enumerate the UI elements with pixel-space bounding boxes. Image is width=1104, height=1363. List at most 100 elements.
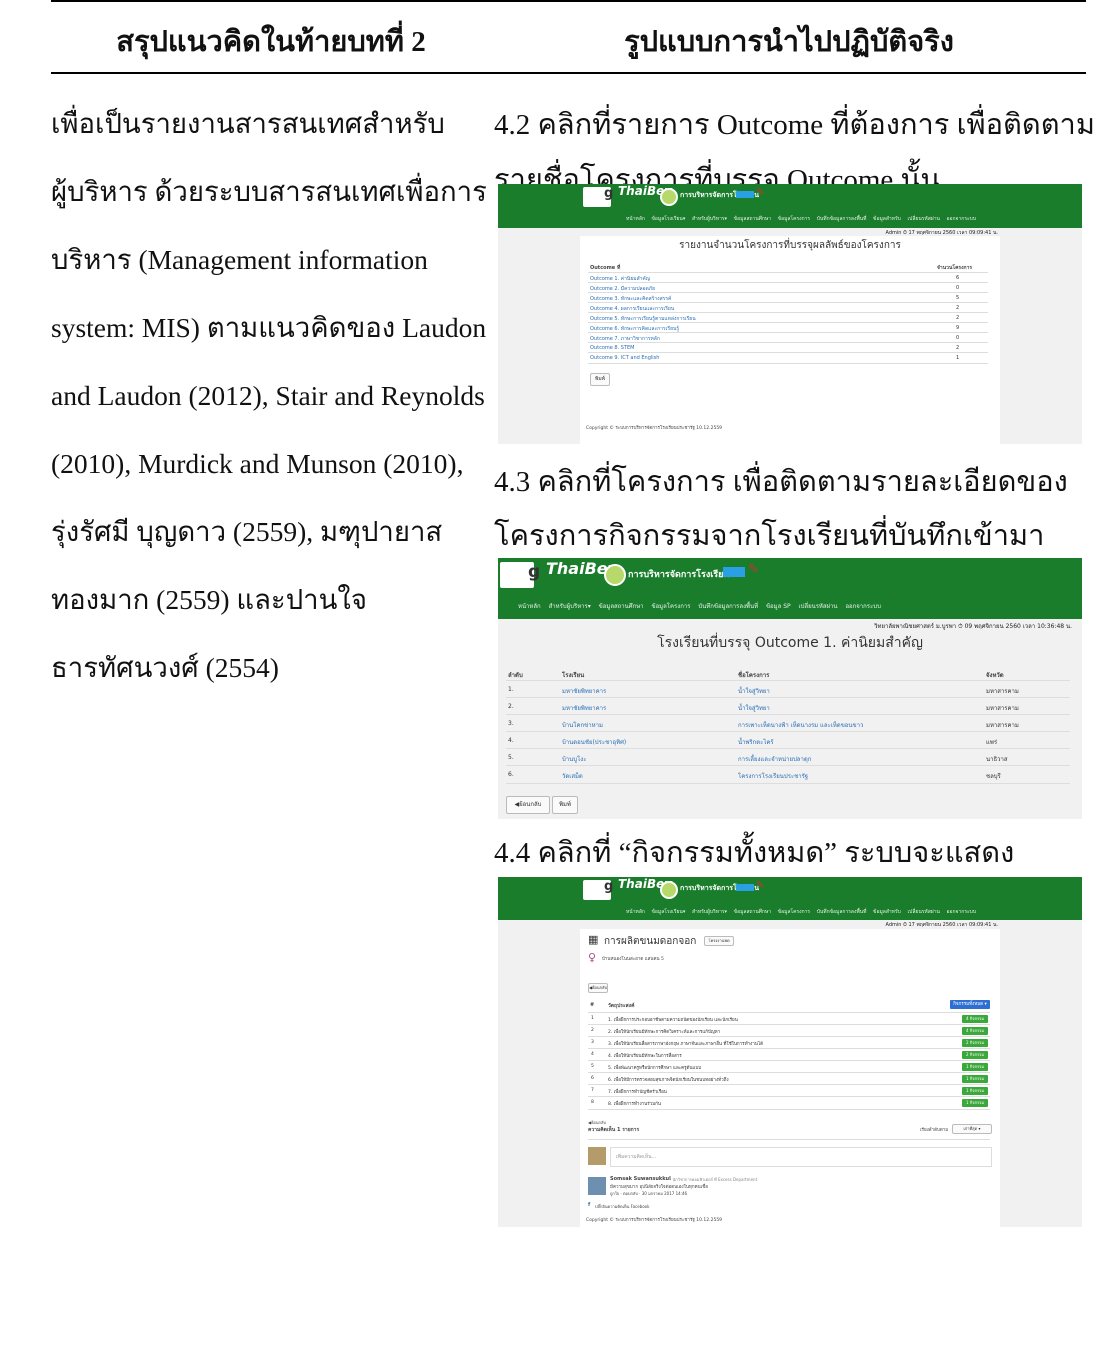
step-4-4-line1: 4.4 คลิกที่ “กิจกรรมทั้งหมด” ระบบจะแสดง [494, 837, 1015, 869]
table-row[interactable]: 6. วัดเสม็ด โครงการโรงเรียนประชารัฐ ชลบุรี [506, 765, 1070, 784]
col-project: ชื่อโครงการ [738, 672, 770, 679]
summary-line: ทองมาก (2559) และปานใจ [51, 584, 367, 615]
activity-badge[interactable]: 2 กิจกรรม [962, 1039, 988, 1047]
goal-text: 3. เพื่อให้นักเรียนสื่อสารภาษาอังกฤษ ภาษ… [608, 1042, 764, 1047]
nav-item[interactable]: สำหรับผู้บริหาร▾ [692, 216, 727, 222]
summary-line: ผู้บริหาร ด้วยระบบสารสนเทศเพื่อการ [51, 176, 487, 207]
page-title: รายงานจำนวนโครงการที่บรรจุผลลัพธ์ของโครง… [679, 240, 901, 251]
outcome-link[interactable]: Outcome 8. STEM [590, 345, 634, 351]
school-link[interactable]: มหาชัยพิทยาคาร [562, 686, 606, 696]
nav-item[interactable]: ข้อมูลโครงการ [651, 603, 690, 610]
nav-item[interactable]: เปลี่ยนรหัสผ่าน [907, 909, 939, 915]
summary-line: รุ่งรัศมี บุญดาว (2559), มฑุปายาส [51, 516, 443, 547]
activity-badge[interactable]: 4 กิจกรรม [962, 1015, 988, 1023]
table-row: 8 8. เพื่อฝึกการทำงานร่วมกัน 1 กิจกรรม [588, 1096, 990, 1110]
nav-item[interactable]: ข้อมูลสำหรับ [873, 909, 901, 915]
nav-item[interactable]: บันทึกข้อมูลการลงพื้นที่ [817, 216, 867, 222]
sort-select[interactable]: เก่าที่สุด ▾ [952, 1124, 992, 1134]
comment-input[interactable] [610, 1147, 992, 1167]
col-outcome: Outcome ที่ [590, 265, 621, 271]
col-goal: วัตถุประสงค์ [608, 1003, 635, 1009]
nav-item[interactable]: ออกจากระบบ [947, 216, 977, 222]
system-title: การบริหารจัดการโรงเรียน [628, 570, 730, 580]
print-button[interactable]: พิมพ์ [590, 373, 610, 386]
nav-item[interactable]: ข้อมูลโครงการ [778, 909, 810, 915]
nav-item[interactable]: ข้อมูลสถานศึกษา [734, 216, 771, 222]
activity-badge[interactable]: 1 กิจกรรม [962, 1087, 988, 1095]
table-row[interactable]: 3. บ้านโคกข่าหาม การเพาะเห็ดนางฟ้า เห็ดนาง… [506, 714, 1070, 732]
all-activities-button[interactable]: กิจกรรมทั้งหมด ▾ [950, 1000, 990, 1009]
nav-item[interactable]: ข้อมูลโครงการ [778, 216, 810, 222]
screenshot-project-detail: g ThaiBev การบริหารจัดการโรงเรียน ✎ หน้า… [498, 877, 1082, 1227]
nav-item[interactable]: ข้อมูลสำหรับ [873, 216, 901, 222]
activity-badge[interactable]: 2 กิจกรรม [962, 1051, 988, 1059]
back-button-top[interactable]: ◀ย้อนกลับ [588, 983, 608, 993]
row-no: 1. [508, 686, 514, 693]
nav-item[interactable]: หน้าหลัก [518, 603, 541, 610]
activity-badge[interactable]: 1 กิจกรรม [962, 1075, 988, 1083]
back-link-bottom[interactable]: ◀ย้อนกลับ [588, 1119, 606, 1126]
goal-text: 5. เพื่อพัฒนาครูหรือนักการศึกษา และครูต้… [608, 1066, 702, 1071]
app-header: g ThaiBev การบริหารจัดการโรงเรียน ✎ หน้า… [498, 184, 1082, 228]
col-count: จำนวนโครงการ [937, 265, 973, 271]
facebook-plugin-link[interactable]: ปลั๊กอินความคิดเห็น Facebook [595, 1203, 649, 1210]
nav-item[interactable]: ข้อมูลโรงเรียน▾ [652, 216, 686, 222]
nav-item[interactable]: บันทึกข้อมูลการลงพื้นที่ [698, 603, 758, 610]
school-link[interactable]: วัดเสม็ด [562, 771, 583, 781]
nav-item[interactable]: ข้อมูลโรงเรียน▾ [652, 909, 686, 915]
nav-item[interactable]: ข้อมูลสถานศึกษา [734, 909, 771, 915]
step-4-3-line1: 4.3 คลิกที่โครงการ เพื่อติดตามรายละเอียด… [494, 466, 1068, 498]
school-link[interactable]: มหาชัยพิทยาคาร [562, 703, 606, 713]
seal-logo [604, 564, 626, 586]
province: มหาสารคาม [986, 722, 1019, 729]
row-no: 7 [591, 1088, 594, 1093]
school-link[interactable]: บ้านหนองโนนสะอาด แสนคน 5 [602, 955, 664, 962]
commenter-name[interactable]: Somsak Suwansukkul [610, 1176, 671, 1182]
commenter-role: · นักวิชาการคอมพิวเตอร์ ที่ Excess Depar… [670, 1177, 758, 1182]
project-link[interactable]: โครงการโรงเรียนประชารัฐ [738, 771, 808, 781]
outcome-count: 6 [956, 275, 960, 281]
project-link[interactable]: การเลี้ยงและจำหน่ายปลาดุก [738, 754, 811, 764]
nav-item[interactable]: ข้อมูลสถานศึกษา [599, 603, 644, 610]
comment-meta[interactable]: ถูกใจ · ตอบกลับ · 30 มกราคม 2017 14:46 [610, 1190, 687, 1197]
activity-badge[interactable]: 1 กิจกรรม [962, 1099, 988, 1107]
school-link[interactable]: บ้านดอนชัย(ประชาอุทิศ) [562, 737, 626, 747]
row-no: 6 [591, 1076, 594, 1081]
activity-badge[interactable]: 1 กิจกรรม [962, 1063, 988, 1071]
nav-item[interactable]: ข้อมูล SP [766, 603, 791, 610]
row-no: 5. [508, 754, 514, 761]
project-link[interactable]: น้ำพริกตะไคร้ [738, 737, 774, 747]
province: แพร่ [986, 739, 998, 746]
flag-icon: ✎ [756, 880, 765, 891]
project-link[interactable]: การเพาะเห็ดนางฟ้า เห็ดนางรม และเห็ดขอนขา… [738, 720, 863, 730]
nav-item[interactable]: เปลี่ยนรหัสผ่าน [907, 216, 939, 222]
project-link[interactable]: น้ำใจสู่วิทยา [738, 703, 770, 713]
nav-item[interactable]: ออกจากระบบ [947, 909, 977, 915]
main-nav: หน้าหลัก สำหรับผู้บริหาร▾ ข้อมูลสถานศึกษ… [518, 601, 887, 611]
province: นาธิวาส [986, 756, 1008, 763]
nav-item[interactable]: สำหรับผู้บริหาร▾ [692, 909, 727, 915]
activity-badge[interactable]: 4 กิจกรรม [962, 1027, 988, 1035]
print-button[interactable]: พิมพ์ [552, 796, 578, 814]
row-no: 5 [591, 1064, 594, 1069]
outcome-link[interactable]: Outcome 9. ICT and English [590, 355, 659, 361]
copyright: Copyright © ระบบการบริหารจัดการโรงเรียนป… [586, 426, 723, 431]
table-row[interactable]: 2. มหาชัยพิทยาคาร น้ำใจสู่วิทยา มหาสารคาม [506, 697, 1070, 715]
back-button[interactable]: ◀ย้อนกลับ [506, 796, 550, 814]
nav-item[interactable]: บันทึกข้อมูลการลงพื้นที่ [817, 909, 867, 915]
nav-item[interactable]: เปลี่ยนรหัสผ่าน [799, 603, 838, 610]
step-4-3-line2: โครงการกิจกรรมจากโรงเรียนที่บันทึกเข้ามา [494, 520, 1045, 552]
table-row[interactable]: 1. มหาชัยพิทยาคาร น้ำใจสู่วิทยา มหาสารคาม [506, 680, 1070, 698]
nav-item[interactable]: ออกจากระบบ [845, 603, 880, 610]
school-link[interactable]: บ้านโคกข่าหาม [562, 720, 603, 730]
nav-item[interactable]: หน้าหลัก [626, 216, 645, 222]
table-row[interactable]: 5. บ้านบูโงะ การเลี้ยงและจำหน่ายปลาดุก นาธิ… [506, 748, 1070, 766]
table-row[interactable]: 4. บ้านดอนชัย(ประชาอุทิศ) น้ำพริกตะไคร้ แพร… [506, 731, 1070, 749]
header-practice: รูปแบบการนำไปปฏิบัติจริง [624, 26, 954, 58]
nav-item[interactable]: สำหรับผู้บริหาร▾ [549, 603, 591, 610]
project-link[interactable]: น้ำใจสู่วิทยา [738, 686, 770, 696]
table-row[interactable]: Outcome 9. ICT and English 1 [588, 352, 988, 364]
nav-item[interactable]: หน้าหลัก [626, 909, 645, 915]
school-link[interactable]: บ้านบูโงะ [562, 754, 586, 764]
comment-text: มีความสุขมาก อุปนิสัยจริงใจต่อตนเองในทุก… [610, 1185, 708, 1190]
